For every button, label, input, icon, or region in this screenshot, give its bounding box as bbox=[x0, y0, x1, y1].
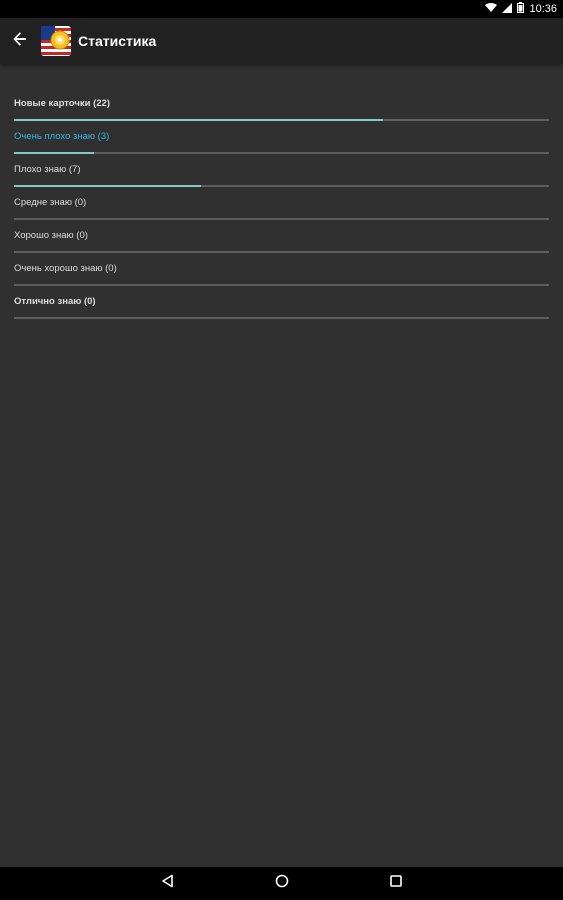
status-bar: 10:36 bbox=[0, 0, 563, 18]
back-button[interactable] bbox=[0, 18, 40, 64]
stat-label: Новые карточки (22) bbox=[14, 98, 110, 109]
page-title: Статистика bbox=[78, 33, 157, 49]
stat-item-poor: Плохо знаю (7) bbox=[14, 162, 549, 195]
stat-item-new-cards: Новые карточки (22) bbox=[14, 96, 549, 129]
progress-fill bbox=[14, 185, 202, 187]
progress-track bbox=[14, 251, 549, 253]
battery-icon bbox=[517, 0, 525, 18]
stat-item-good: Хорошо знаю (0) bbox=[14, 228, 549, 261]
progress-track bbox=[14, 284, 549, 286]
stat-item-very-good: Очень хорошо знаю (0) bbox=[14, 261, 549, 294]
stat-item-excellent: Отлично знаю (0) bbox=[14, 294, 549, 327]
wifi-icon bbox=[485, 0, 498, 18]
home-circle-icon bbox=[275, 874, 289, 893]
progress-track bbox=[14, 119, 549, 121]
statistics-screen: 10:36 Статистика Новые карточки (22) Оче… bbox=[0, 0, 563, 900]
progress-track bbox=[14, 152, 549, 154]
stat-label: Плохо знаю (7) bbox=[14, 164, 81, 175]
clock: 10:36 bbox=[529, 3, 557, 15]
nav-home-button[interactable] bbox=[262, 867, 302, 900]
arrow-back-icon bbox=[13, 31, 27, 51]
stat-label: Хорошо знаю (0) bbox=[14, 230, 88, 241]
progress-track bbox=[14, 317, 549, 319]
progress-track bbox=[14, 185, 549, 187]
progress-track bbox=[14, 218, 549, 220]
stat-label: Средне знаю (0) bbox=[14, 197, 87, 208]
nav-recents-button[interactable] bbox=[376, 867, 416, 900]
stat-item-average: Средне знаю (0) bbox=[14, 195, 549, 228]
app-bar: Статистика bbox=[0, 18, 563, 64]
signal-icon bbox=[502, 0, 513, 18]
stat-label: Очень плохо знаю (3) bbox=[14, 131, 110, 142]
stat-label: Очень хорошо знаю (0) bbox=[14, 263, 117, 274]
recents-square-icon bbox=[389, 874, 403, 893]
nav-back-button[interactable] bbox=[148, 867, 188, 900]
stat-item-very-poor: Очень плохо знаю (3) bbox=[14, 129, 549, 162]
progress-fill bbox=[14, 152, 95, 154]
progress-fill bbox=[14, 119, 384, 121]
navigation-bar bbox=[0, 867, 563, 900]
us-flag-app-logo bbox=[40, 25, 72, 57]
back-triangle-icon bbox=[161, 874, 175, 893]
stat-label: Отлично знаю (0) bbox=[14, 296, 96, 307]
stats-list: Новые карточки (22) Очень плохо знаю (3)… bbox=[14, 96, 549, 327]
